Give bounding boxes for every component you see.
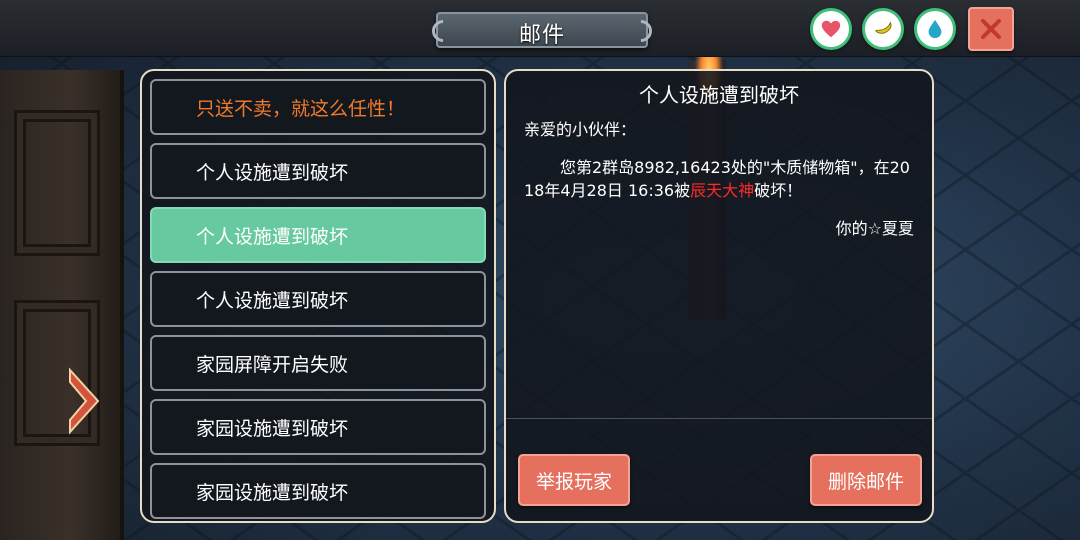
close-icon (981, 19, 1001, 39)
mail-list-item[interactable]: 家园设施遭到破坏 (150, 463, 486, 519)
close-button[interactable] (968, 7, 1014, 51)
delete-mail-button[interactable]: 删除邮件 (810, 454, 922, 506)
mail-list-item[interactable]: 个人设施遭到破坏 (150, 271, 486, 327)
report-player-button[interactable]: 举报玩家 (518, 454, 630, 506)
water-drop-icon (928, 19, 942, 39)
mail-greeting: 亲爱的小伙伴： (524, 120, 637, 139)
mail-item-label: 个人设施遭到破坏 (196, 161, 349, 184)
mail-item-label: 家园屏障开启失败 (196, 353, 349, 376)
chevron-right-icon[interactable] (64, 366, 104, 436)
banana-icon (875, 21, 892, 34)
mail-detail-title: 个人设施遭到破坏 (639, 83, 799, 107)
mail-list-item[interactable]: 家园屏障开启失败 (150, 335, 486, 391)
mail-list-item-selected[interactable]: 个人设施遭到破坏 (150, 207, 486, 263)
mail-body: 您第2群岛8982,16423处的"木质储物箱"，在2018年4月28日 16:… (524, 156, 920, 202)
mail-item-label: 只送不卖，就这么任性！ (196, 97, 406, 120)
mail-body-text-end: 破坏！ (754, 181, 803, 200)
heart-icon (821, 20, 841, 38)
mail-item-label: 个人设施遭到破坏 (196, 225, 349, 248)
window-title: 邮件 (518, 23, 565, 48)
thirst-button[interactable] (914, 8, 956, 50)
mail-list-item[interactable]: 只送不卖，就这么任性！ (150, 79, 486, 135)
mail-list-item[interactable]: 家园设施遭到破坏 (150, 399, 486, 455)
hunger-button[interactable] (862, 8, 904, 50)
player-name-highlight: 辰天大神 (690, 181, 755, 200)
health-button[interactable] (810, 8, 852, 50)
mail-list-item[interactable]: 个人设施遭到破坏 (150, 143, 486, 199)
scene-door (0, 70, 124, 540)
title-plaque: 邮件 (436, 12, 648, 48)
mail-item-label: 家园设施遭到破坏 (196, 417, 349, 440)
mail-item-label: 家园设施遭到破坏 (196, 481, 349, 504)
mail-signature: 你的☆夏夏 (835, 219, 914, 238)
mail-item-label: 个人设施遭到破坏 (196, 289, 349, 312)
door-panel (14, 110, 100, 256)
mail-list-panel[interactable]: 只送不卖，就这么任性！ 个人设施遭到破坏 个人设施遭到破坏 个人设施遭到破坏 家… (140, 69, 496, 523)
mail-detail-panel: 个人设施遭到破坏 亲爱的小伙伴： 您第2群岛8982,16423处的"木质储物箱… (504, 69, 934, 523)
divider (506, 418, 932, 419)
